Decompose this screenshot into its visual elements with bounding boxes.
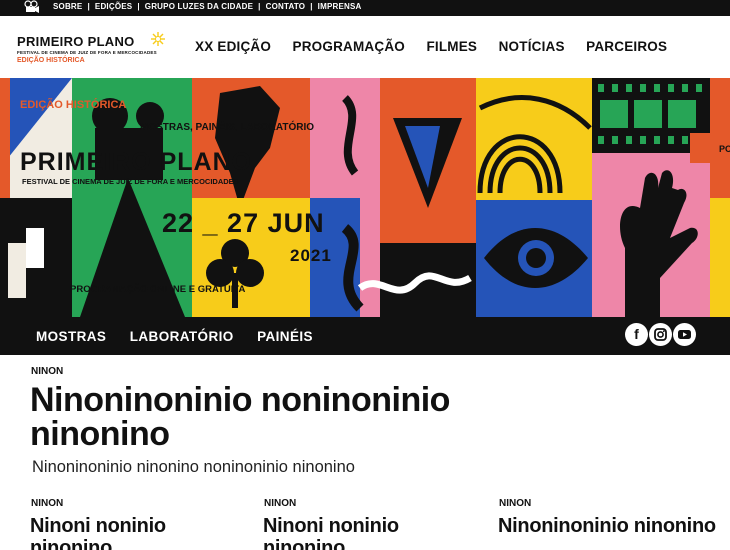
banner-note: PROGRAMAÇÃO ONLINE E GRATUITA xyxy=(70,284,246,295)
banner-edge-text: PO xyxy=(719,144,730,154)
nav-noticias[interactable]: NOTÍCIAS xyxy=(499,39,565,54)
section-nav: MOSTRAS LABORATÓRIO PAINÉIS f xyxy=(0,317,730,355)
banner-dates: 22 _ 27 JUN xyxy=(162,208,325,238)
top-utility-bar: SOBRE | EDIÇÕES | GRUPO LUZES DA CIDADE | CONT… xyxy=(0,0,730,16)
nav-parceiros[interactable]: PARCEIROS xyxy=(586,39,667,54)
link-contato[interactable]: CONTATO xyxy=(266,2,306,11)
card-3-title[interactable]: Ninoninoninio ninonino xyxy=(498,515,723,537)
instagram-glyph xyxy=(654,328,667,341)
subnav-paineis[interactable]: PAINÉIS xyxy=(257,329,313,344)
card-2-kicker: NINON xyxy=(264,498,297,509)
logo-name: PRIMEIRO PLANO xyxy=(17,34,135,49)
card-2-title[interactable]: Ninoni noninio ninonino xyxy=(263,515,468,550)
logo-subtitle: FESTIVAL DE CINEMA DE JUIZ DE FORA E MER… xyxy=(17,50,157,55)
article-lead: Ninoninoninio ninonino noninoninio ninon… xyxy=(32,458,355,476)
article-headline[interactable]: Ninoninoninio noninoninio ninonino xyxy=(30,383,590,451)
nav-xx-edicao[interactable]: XX EDIÇÃO xyxy=(195,39,271,54)
banner-subtitle: FESTIVAL DE CINEMA DE JUIZ DE FORA E MER… xyxy=(22,177,239,186)
subnav-mostras[interactable]: MOSTRAS xyxy=(36,329,106,344)
main-nav: XX EDIÇÃO PROGRAMAÇÃO FILMES NOTÍCIAS PA… xyxy=(195,38,684,56)
youtube-icon[interactable] xyxy=(673,323,696,346)
link-imprensa[interactable]: IMPRENSA xyxy=(318,2,362,11)
link-edicoes[interactable]: EDIÇÕES xyxy=(95,2,132,11)
article-kicker: NINON xyxy=(31,366,64,377)
nav-filmes[interactable]: FILMES xyxy=(426,39,477,54)
subnav-laboratorio[interactable]: LABORATÓRIO xyxy=(130,329,234,344)
logo-edition: EDIÇÃO HISTÓRICA xyxy=(17,57,85,64)
facebook-icon[interactable]: f xyxy=(625,323,648,346)
sparkle-icon xyxy=(151,32,165,46)
main-content: NINON Ninoninoninio noninoninio ninonino… xyxy=(0,355,730,550)
link-sobre[interactable]: SOBRE xyxy=(53,2,82,11)
banner-year: 2021 xyxy=(290,246,332,265)
banner-tagline: MOSTRAS, PAINÉIS, LABORATÓRIO xyxy=(140,122,315,133)
hero-banner[interactable]: EDIÇÃO HISTÓRICA MOSTRAS, PAINÉIS, LABOR… xyxy=(0,78,730,317)
utility-links: SOBRE | EDIÇÕES | GRUPO LUZES DA CIDADE | CONT… xyxy=(53,2,362,11)
youtube-glyph xyxy=(678,330,691,339)
instagram-icon[interactable] xyxy=(649,323,672,346)
banner-title: PRIMEIRO PLANO xyxy=(20,148,253,176)
film-camera-icon xyxy=(24,0,39,13)
card-3-kicker: NINON xyxy=(499,498,532,509)
nav-programacao[interactable]: PROGRAMAÇÃO xyxy=(293,39,405,54)
site-header: PRIMEIRO PLANO FESTIVAL DE CINEMA DE JUI… xyxy=(0,16,730,78)
card-1-title[interactable]: Ninoni noninio ninonino xyxy=(30,515,235,550)
card-1-kicker: NINON xyxy=(31,498,64,509)
link-grupo-luzes[interactable]: GRUPO LUZES DA CIDADE xyxy=(145,2,253,11)
site-logo[interactable]: PRIMEIRO PLANO FESTIVAL DE CINEMA DE JUI… xyxy=(17,32,165,64)
banner-artwork xyxy=(0,78,730,317)
banner-edition: EDIÇÃO HISTÓRICA xyxy=(20,99,127,111)
